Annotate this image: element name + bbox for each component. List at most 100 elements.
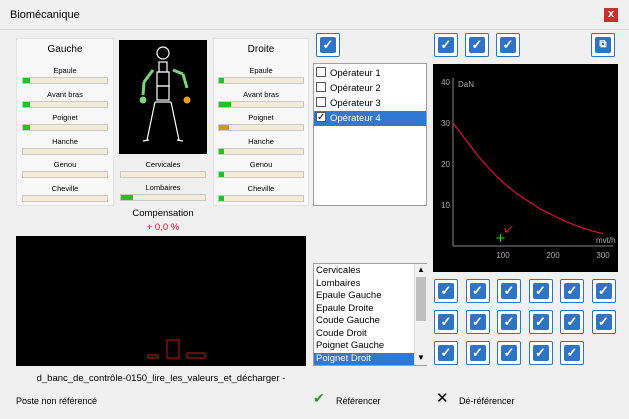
joint-load-bar [218, 194, 304, 202]
joint-label: Epaule [53, 66, 77, 75]
operator-label: Opérateur 3 [330, 98, 381, 109]
joint-load-bar [218, 171, 304, 178]
checkmark-icon: ✓ [438, 345, 454, 361]
joint-load-bar [22, 124, 108, 131]
timeline-view [16, 236, 306, 366]
joint-label: Cervicales [145, 160, 181, 169]
right-header: Droite [247, 44, 275, 55]
operator-item[interactable]: Opérateur 3 [314, 96, 426, 111]
timeline-bar [166, 339, 180, 359]
reference-label: Référencer [336, 396, 381, 406]
close-button[interactable]: x [604, 8, 618, 22]
segment-toggle-checkbox[interactable]: ✓ [528, 341, 553, 365]
operator-checkbox[interactable] [316, 82, 326, 92]
scroll-down-icon[interactable]: ▼ [417, 353, 425, 362]
joint-label: Epaule [249, 66, 273, 75]
dereference-label: Dé-référencer [459, 396, 515, 406]
joint-label: Avant bras [47, 89, 83, 99]
segment-toggle-checkbox[interactable]: ✓ [560, 341, 584, 365]
body-figure-view [119, 40, 207, 154]
joint-load-bar [218, 77, 304, 84]
joint-load-fill [23, 125, 30, 130]
y-tick-label: 30 [441, 119, 450, 128]
body-skeleton-icon [139, 46, 191, 142]
joint-load-fill [219, 78, 225, 83]
operator-item[interactable]: Opérateur 4 [314, 110, 426, 126]
checkmark-icon: ✓ [532, 314, 549, 330]
operator-label: Opérateur 2 [330, 83, 381, 94]
segment-item[interactable]: Coude Gauche [314, 315, 414, 328]
segment-item[interactable]: Poignet Droit [314, 352, 414, 365]
x-tick-label: 100 [496, 251, 510, 260]
joint-label: Poignet [52, 113, 78, 122]
joint-label: Hanche [52, 136, 78, 146]
dereference-button[interactable]: ✕ Dé-référencer [436, 390, 546, 410]
operator-item[interactable]: Opérateur 1 [314, 66, 426, 81]
x-axis-label: mvt/h [596, 236, 616, 245]
segment-toggle-checkbox[interactable]: ✓ [528, 279, 553, 303]
checkmark-icon: ✓ [501, 345, 517, 361]
operator-checkbox[interactable] [316, 67, 326, 77]
joint-load-bar [22, 171, 108, 178]
select-all-operators-checkbox[interactable]: ✓ [316, 33, 340, 57]
segment-toggle-checkbox[interactable]: ✓ [465, 341, 490, 365]
window-title: Biomécanique [10, 9, 80, 21]
segment-toggle-checkbox[interactable]: ✓ [497, 341, 521, 365]
y-tick-label: 10 [441, 201, 450, 210]
segment-toggle-checkbox[interactable]: ✓ [528, 310, 553, 334]
segment-toggle-checkbox[interactable]: ✓ [465, 279, 490, 303]
checkmark-icon: ✓ [438, 283, 454, 299]
compensation-value: + 0,0 % [146, 222, 180, 233]
scroll-up-icon[interactable]: ▲ [417, 265, 425, 274]
segment-item[interactable]: Coude Droit [314, 328, 414, 341]
x-tick-label: 200 [546, 251, 560, 260]
joint-load-fill [219, 195, 225, 201]
chart-option-checkbox[interactable]: ✓ [434, 33, 458, 57]
marker-arrow [505, 225, 513, 233]
segment-item[interactable]: Epaule Gauche [314, 290, 414, 303]
timeline-bar [186, 352, 206, 359]
segment-toggle-checkbox[interactable]: ✓ [497, 310, 521, 334]
joint-label: Cheville [51, 183, 79, 193]
checkmark-icon: ✓ [564, 345, 580, 361]
chart-option-checkbox[interactable]: ✓ [465, 33, 489, 57]
joint-load-bar [218, 147, 304, 155]
segment-item[interactable]: Epaule Droite [314, 303, 414, 316]
checkmark-icon: ✓ [564, 283, 580, 299]
chart-option-checkbox[interactable]: ✓ [496, 33, 520, 57]
segment-toggle-checkbox[interactable]: ✓ [591, 279, 616, 303]
force-curve [452, 122, 604, 235]
segment-toggle-checkbox[interactable]: ✓ [434, 341, 458, 365]
joint-load-fill [219, 172, 225, 177]
segments-scrollbar[interactable]: ▲ ▼ [414, 264, 427, 365]
segment-item[interactable]: Poignet Gauche [314, 340, 414, 353]
joint-label: Genou [249, 160, 273, 169]
checkmark-icon: ✓ [469, 283, 486, 299]
segment-toggle-checkbox[interactable]: ✓ [497, 279, 521, 303]
checkmark-icon: ✓ [595, 283, 612, 299]
segment-toggle-checkbox[interactable]: ✓ [591, 310, 616, 334]
y-tick-label: 40 [441, 78, 450, 87]
reference-button[interactable]: ✔ Référencer [313, 390, 423, 410]
operator-checkbox[interactable] [316, 97, 326, 107]
segment-toggle-checkbox[interactable]: ✓ [434, 310, 458, 334]
joint-load-bar [22, 100, 108, 108]
checkmark-icon: ✓ [532, 345, 549, 361]
segment-item[interactable]: Cervicales [314, 265, 414, 278]
joint-load-fill [121, 195, 133, 200]
file-caption: d_banc_de_contrôle-0150_lire_les_valeurs… [36, 373, 286, 384]
status-text: Poste non référencé [16, 396, 98, 406]
segment-toggle-checkbox[interactable]: ✓ [560, 310, 584, 334]
segment-toggle-checkbox[interactable]: ✓ [465, 310, 490, 334]
x-tick-label: 300 [596, 251, 610, 260]
joint-label: Genou [53, 160, 77, 169]
scroll-thumb[interactable] [416, 277, 426, 321]
operator-checkbox[interactable] [316, 110, 326, 125]
operator-item[interactable]: Opérateur 2 [314, 81, 426, 96]
joint-load-bar [22, 147, 108, 155]
expand-chart-button[interactable]: ⧉ [591, 33, 615, 57]
segment-toggle-checkbox[interactable]: ✓ [560, 279, 584, 303]
segment-item[interactable]: Lombaires [314, 278, 414, 291]
checkmark-icon: ✓ [469, 345, 486, 361]
segment-toggle-checkbox[interactable]: ✓ [434, 279, 458, 303]
